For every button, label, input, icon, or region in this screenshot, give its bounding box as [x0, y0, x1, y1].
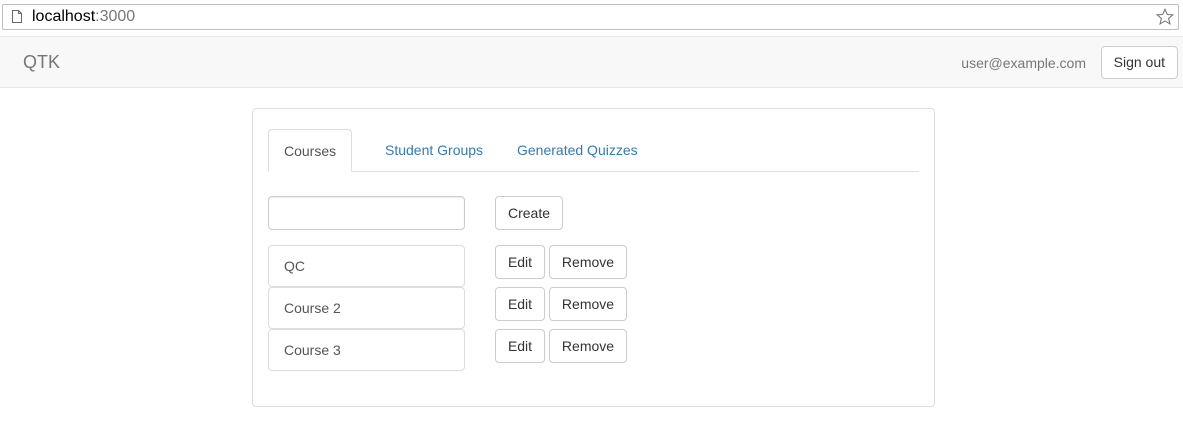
- user-email: user@example.com: [961, 55, 1086, 71]
- remove-button[interactable]: Remove: [549, 245, 627, 279]
- edit-button[interactable]: Edit: [495, 245, 545, 279]
- url-text[interactable]: localhost:3000: [32, 7, 135, 27]
- remove-button[interactable]: Remove: [549, 329, 627, 363]
- star-icon[interactable]: [1156, 8, 1174, 26]
- remove-button[interactable]: Remove: [549, 287, 627, 321]
- tab-bar: Courses Student Groups Generated Quizzes: [268, 129, 919, 172]
- browser-toolbar: localhost:3000: [0, 0, 1183, 36]
- page-icon: [12, 10, 22, 23]
- new-course-input[interactable]: [268, 196, 465, 230]
- main-panel: Courses Student Groups Generated Quizzes…: [252, 108, 935, 407]
- sign-out-button[interactable]: Sign out: [1100, 46, 1178, 79]
- url-port: :3000: [95, 8, 136, 25]
- course-item-course-3: Course 3: [268, 329, 465, 371]
- top-navbar: QTK user@example.com Sign out: [0, 36, 1183, 88]
- edit-button[interactable]: Edit: [495, 329, 545, 363]
- url-host: localhost: [32, 8, 96, 25]
- create-button[interactable]: Create: [495, 196, 563, 230]
- tab-generated-quizzes[interactable]: Generated Quizzes: [502, 129, 653, 171]
- address-bar[interactable]: localhost:3000: [2, 4, 1179, 30]
- tab-courses[interactable]: Courses: [268, 129, 353, 172]
- tab-student-groups[interactable]: Student Groups: [370, 129, 498, 171]
- brand-link[interactable]: QTK: [23, 52, 60, 72]
- course-item-qc: QC: [268, 245, 465, 287]
- edit-button[interactable]: Edit: [495, 287, 545, 321]
- course-item-course-2: Course 2: [268, 287, 465, 329]
